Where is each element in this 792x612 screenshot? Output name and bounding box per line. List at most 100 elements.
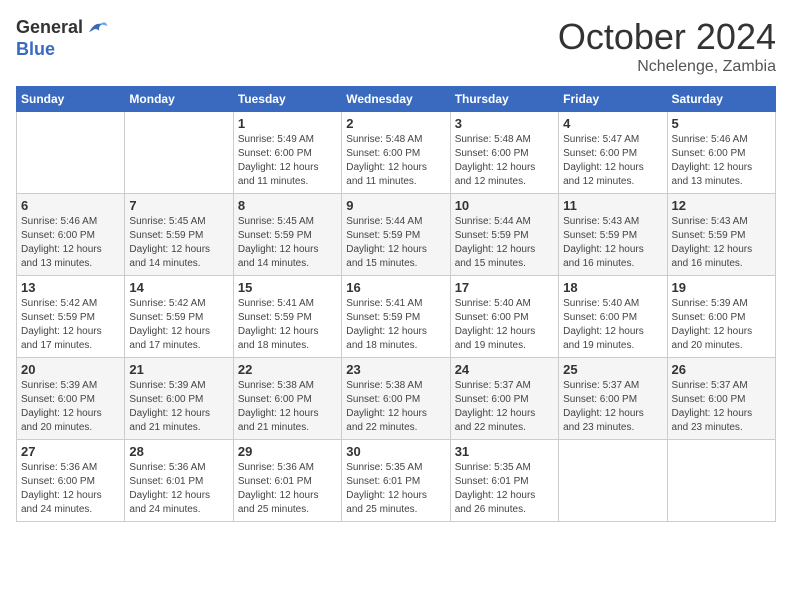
day-info: Sunrise: 5:46 AM Sunset: 6:00 PM Dayligh… <box>672 133 771 189</box>
calendar-cell: 14Sunrise: 5:42 AM Sunset: 5:59 PM Dayli… <box>125 276 233 358</box>
calendar-cell: 6 Sunrise: 5:46 AM Sunset: 6:00 PM Daylig… <box>17 194 125 276</box>
calendar-cell: 15 Sunrise: 5:41 AM Sunset: 5:59 PM Dayli… <box>233 276 341 358</box>
calendar-cell: 8Sunrise: 5:45 AM Sunset: 5:59 PM Daylig… <box>233 194 341 276</box>
weekday-header: Sunday <box>17 87 125 112</box>
day-info: Sunrise: 5:36 AM Sunset: 6:01 PM Dayligh… <box>238 461 337 517</box>
day-info: Sunrise: 5:35 AM Sunset: 6:01 PM Dayligh… <box>346 461 445 517</box>
calendar-cell: 27Sunrise: 5:36 AM Sunset: 6:00 PM Dayli… <box>17 440 125 522</box>
day-number: 16 <box>346 280 445 295</box>
day-info: Sunrise: 5:46 AM Sunset: 6:00 PM Dayligh… <box>21 215 120 271</box>
day-number: 25 <box>563 362 662 377</box>
day-number: 10 <box>455 198 554 213</box>
logo: General Blue <box>16 16 109 60</box>
day-info: Sunrise: 5:38 AM Sunset: 6:00 PM Dayligh… <box>346 379 445 435</box>
calendar-week-row: 1Sunrise: 5:49 AM Sunset: 6:00 PM Daylig… <box>17 112 776 194</box>
weekday-header: Wednesday <box>342 87 450 112</box>
day-info: Sunrise: 5:43 AM Sunset: 5:59 PM Dayligh… <box>672 215 771 271</box>
day-number: 22 <box>238 362 337 377</box>
day-info: Sunrise: 5:48 AM Sunset: 6:00 PM Dayligh… <box>455 133 554 189</box>
calendar-cell: 29 Sunrise: 5:36 AM Sunset: 6:01 PM Dayli… <box>233 440 341 522</box>
calendar-cell: 7Sunrise: 5:45 AM Sunset: 5:59 PM Daylig… <box>125 194 233 276</box>
day-number: 21 <box>129 362 228 377</box>
day-number: 19 <box>672 280 771 295</box>
day-number: 13 <box>21 280 120 295</box>
day-number: 7 <box>129 198 228 213</box>
weekday-header-row: SundayMondayTuesdayWednesdayThursdayFrid… <box>17 87 776 112</box>
day-info: Sunrise: 5:38 AM Sunset: 6:00 PM Dayligh… <box>238 379 337 435</box>
weekday-header: Friday <box>559 87 667 112</box>
logo-blue-text: Blue <box>16 40 109 60</box>
day-number: 31 <box>455 444 554 459</box>
weekday-header: Saturday <box>667 87 775 112</box>
day-info: Sunrise: 5:48 AM Sunset: 6:00 PM Dayligh… <box>346 133 445 189</box>
day-number: 3 <box>455 116 554 131</box>
day-number: 18 <box>563 280 662 295</box>
day-number: 28 <box>129 444 228 459</box>
weekday-header: Tuesday <box>233 87 341 112</box>
day-info: Sunrise: 5:39 AM Sunset: 6:00 PM Dayligh… <box>21 379 120 435</box>
day-number: 24 <box>455 362 554 377</box>
day-info: Sunrise: 5:47 AM Sunset: 6:00 PM Dayligh… <box>563 133 662 189</box>
calendar-cell: 31 Sunrise: 5:35 AM Sunset: 6:01 PM Dayli… <box>450 440 558 522</box>
day-info: Sunrise: 5:41 AM Sunset: 5:59 PM Dayligh… <box>238 297 337 353</box>
day-info: Sunrise: 5:41 AM Sunset: 5:59 PM Dayligh… <box>346 297 445 353</box>
day-info: Sunrise: 5:37 AM Sunset: 6:00 PM Dayligh… <box>455 379 554 435</box>
calendar-cell: 1Sunrise: 5:49 AM Sunset: 6:00 PM Daylig… <box>233 112 341 194</box>
day-info: Sunrise: 5:36 AM Sunset: 6:00 PM Dayligh… <box>21 461 120 517</box>
day-info: Sunrise: 5:39 AM Sunset: 6:00 PM Dayligh… <box>129 379 228 435</box>
calendar-cell: 4 Sunrise: 5:47 AM Sunset: 6:00 PM Daylig… <box>559 112 667 194</box>
logo-bird-icon <box>85 16 109 40</box>
day-number: 6 <box>21 198 120 213</box>
calendar-week-row: 20 Sunrise: 5:39 AM Sunset: 6:00 PM Dayli… <box>17 358 776 440</box>
calendar-cell: 21 Sunrise: 5:39 AM Sunset: 6:00 PM Dayli… <box>125 358 233 440</box>
day-number: 4 <box>563 116 662 131</box>
weekday-header: Thursday <box>450 87 558 112</box>
day-number: 29 <box>238 444 337 459</box>
calendar-cell: 22 Sunrise: 5:38 AM Sunset: 6:00 PM Dayli… <box>233 358 341 440</box>
calendar-cell: 2Sunrise: 5:48 AM Sunset: 6:00 PM Daylig… <box>342 112 450 194</box>
calendar-cell: 28 Sunrise: 5:36 AM Sunset: 6:01 PM Dayli… <box>125 440 233 522</box>
day-info: Sunrise: 5:43 AM Sunset: 5:59 PM Dayligh… <box>563 215 662 271</box>
day-number: 26 <box>672 362 771 377</box>
logo-general-text: General <box>16 18 83 38</box>
calendar-cell: 13 Sunrise: 5:42 AM Sunset: 5:59 PM Dayli… <box>17 276 125 358</box>
calendar-cell <box>667 440 775 522</box>
calendar-cell: 25Sunrise: 5:37 AM Sunset: 6:00 PM Dayli… <box>559 358 667 440</box>
day-info: Sunrise: 5:42 AM Sunset: 5:59 PM Dayligh… <box>129 297 228 353</box>
calendar-week-row: 13 Sunrise: 5:42 AM Sunset: 5:59 PM Dayli… <box>17 276 776 358</box>
weekday-header: Monday <box>125 87 233 112</box>
day-info: Sunrise: 5:49 AM Sunset: 6:00 PM Dayligh… <box>238 133 337 189</box>
calendar-cell: 19 Sunrise: 5:39 AM Sunset: 6:00 PM Dayli… <box>667 276 775 358</box>
day-info: Sunrise: 5:35 AM Sunset: 6:01 PM Dayligh… <box>455 461 554 517</box>
day-number: 20 <box>21 362 120 377</box>
page-header: General Blue October 2024 Nchelenge, Zam… <box>16 16 776 76</box>
day-number: 12 <box>672 198 771 213</box>
calendar-cell: 9Sunrise: 5:44 AM Sunset: 5:59 PM Daylig… <box>342 194 450 276</box>
day-info: Sunrise: 5:36 AM Sunset: 6:01 PM Dayligh… <box>129 461 228 517</box>
day-number: 11 <box>563 198 662 213</box>
day-number: 5 <box>672 116 771 131</box>
calendar-cell: 12 Sunrise: 5:43 AM Sunset: 5:59 PM Dayli… <box>667 194 775 276</box>
calendar-cell: 17Sunrise: 5:40 AM Sunset: 6:00 PM Dayli… <box>450 276 558 358</box>
calendar-cell: 5 Sunrise: 5:46 AM Sunset: 6:00 PM Daylig… <box>667 112 775 194</box>
day-number: 17 <box>455 280 554 295</box>
calendar-cell <box>125 112 233 194</box>
calendar-cell: 16 Sunrise: 5:41 AM Sunset: 5:59 PM Dayli… <box>342 276 450 358</box>
title-block: October 2024 Nchelenge, Zambia <box>558 16 776 76</box>
day-info: Sunrise: 5:42 AM Sunset: 5:59 PM Dayligh… <box>21 297 120 353</box>
calendar-week-row: 6 Sunrise: 5:46 AM Sunset: 6:00 PM Daylig… <box>17 194 776 276</box>
calendar-cell: 30 Sunrise: 5:35 AM Sunset: 6:01 PM Dayli… <box>342 440 450 522</box>
calendar-cell: 26 Sunrise: 5:37 AM Sunset: 6:00 PM Dayli… <box>667 358 775 440</box>
calendar-cell: 24 Sunrise: 5:37 AM Sunset: 6:00 PM Dayli… <box>450 358 558 440</box>
month-title: October 2024 <box>558 16 776 58</box>
calendar-cell: 18Sunrise: 5:40 AM Sunset: 6:00 PM Dayli… <box>559 276 667 358</box>
day-info: Sunrise: 5:39 AM Sunset: 6:00 PM Dayligh… <box>672 297 771 353</box>
day-number: 15 <box>238 280 337 295</box>
calendar-cell <box>559 440 667 522</box>
day-number: 9 <box>346 198 445 213</box>
calendar-cell: 11 Sunrise: 5:43 AM Sunset: 5:59 PM Dayli… <box>559 194 667 276</box>
day-info: Sunrise: 5:37 AM Sunset: 6:00 PM Dayligh… <box>672 379 771 435</box>
calendar-cell: 20 Sunrise: 5:39 AM Sunset: 6:00 PM Dayli… <box>17 358 125 440</box>
day-number: 30 <box>346 444 445 459</box>
day-number: 8 <box>238 198 337 213</box>
